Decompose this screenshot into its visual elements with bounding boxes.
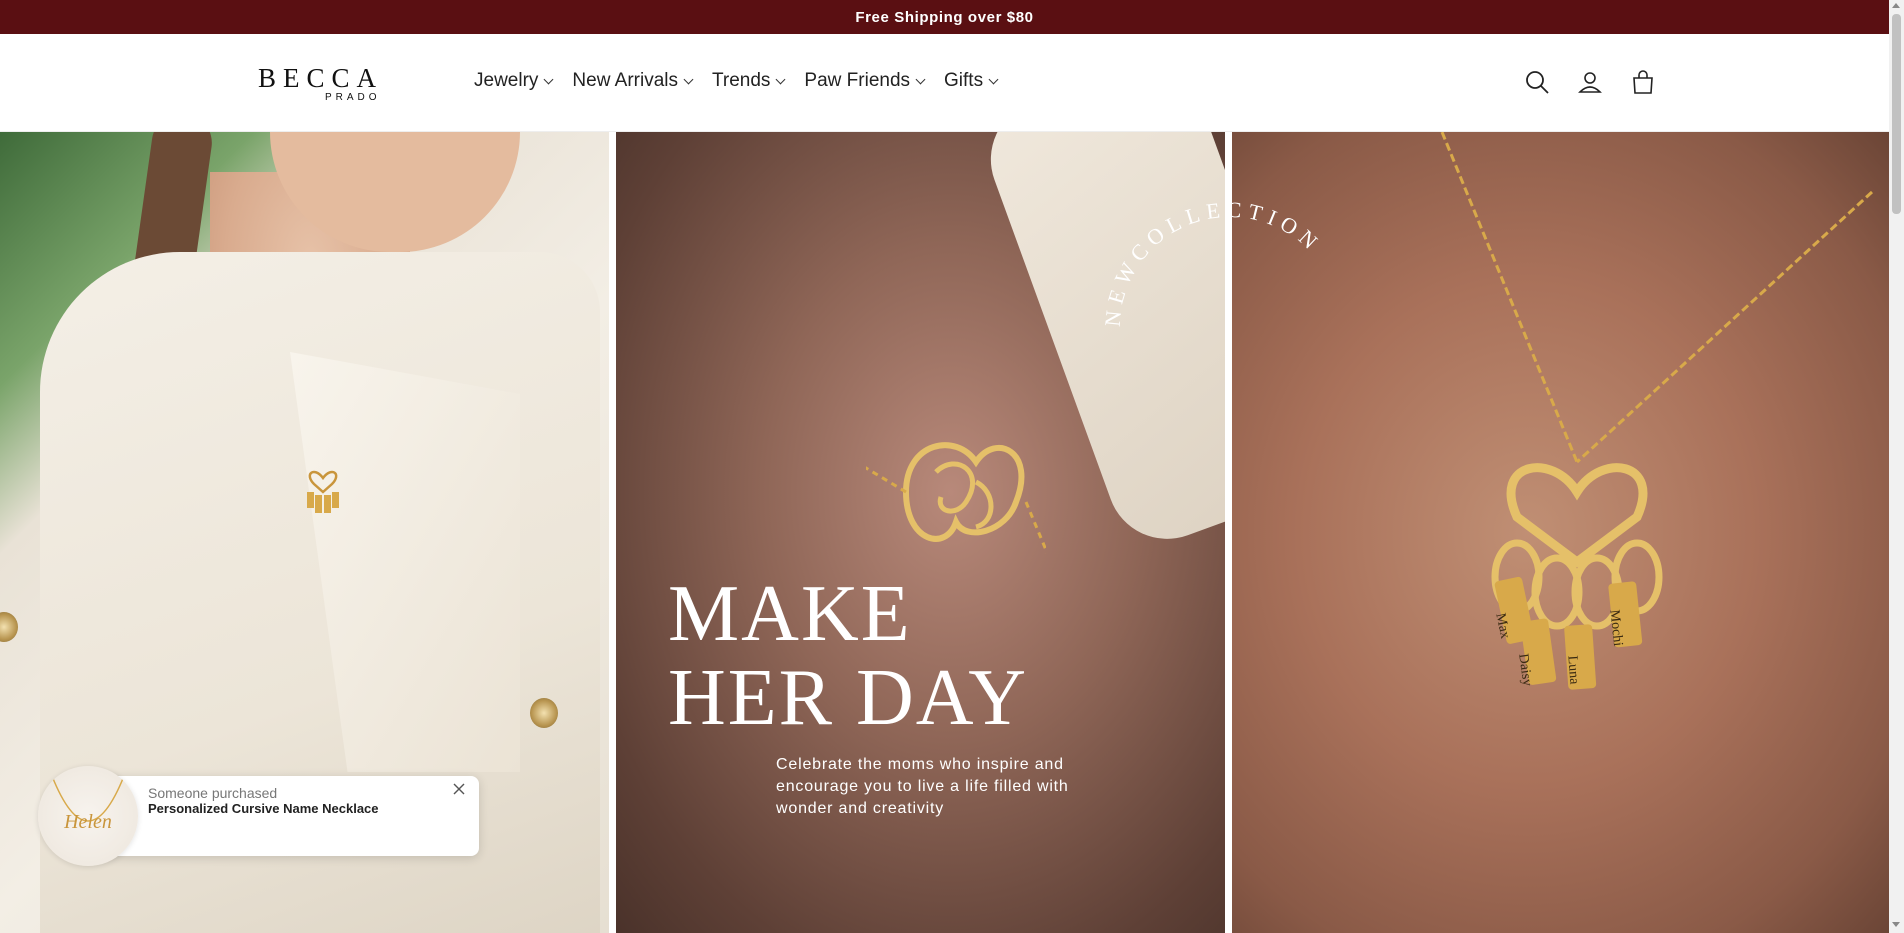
product-thumbnail[interactable]: Helen: [38, 766, 138, 866]
nav-item-gifts[interactable]: Gifts: [944, 70, 999, 92]
svg-text:NEWCOLLECTION: NEWCOLLECTION: [1100, 197, 1327, 328]
necklace-thumbnail-icon: Helen: [51, 775, 125, 833]
account-icon[interactable]: [1577, 69, 1603, 95]
hero-title-line2: HER DAY: [668, 654, 1029, 742]
nav-label: Jewelry: [474, 70, 539, 91]
announcement-bar: Free Shipping over $80: [0, 0, 1889, 34]
nav-label: Paw Friends: [804, 70, 911, 91]
close-icon[interactable]: [452, 782, 466, 796]
header-actions: [1524, 69, 1656, 95]
blazer-button: [0, 612, 18, 642]
main-nav: Jewelry New Arrivals Trends Paw Friends …: [474, 70, 999, 92]
logo-line1: BECCA: [258, 63, 384, 93]
chevron-down-icon: [543, 74, 554, 84]
chevron-down-icon: [775, 74, 786, 84]
monogram-bracelet-icon: [866, 442, 1047, 554]
necklace-pendant-icon: [307, 470, 339, 513]
scroll-down-arrow-icon[interactable]: [1892, 922, 1900, 927]
hero-title-line1: MAKE: [668, 570, 912, 658]
chevron-down-icon: [683, 74, 694, 84]
thumbnail-script-text: Helen: [63, 811, 112, 833]
scrollbar-thumb[interactable]: [1892, 14, 1901, 214]
site-header: BECCA PRADO Jewelry New Arrivals Trends …: [0, 34, 1889, 132]
announcement-text: Free Shipping over $80: [855, 8, 1034, 26]
chevron-down-icon: [988, 74, 999, 84]
page-scrollbar[interactable]: [1889, 0, 1904, 933]
chevron-down-icon: [915, 74, 926, 84]
hero-subtitle: Celebrate the moms who inspire and encou…: [776, 756, 1069, 817]
nav-label: Trends: [711, 70, 771, 91]
popup-card: [78, 776, 479, 856]
scroll-up-arrow-icon[interactable]: [1892, 3, 1900, 8]
popup-product-name[interactable]: Personalized Cursive Name Necklace: [148, 801, 379, 816]
brand-logo[interactable]: BECCA PRADO: [258, 64, 383, 104]
pendant-tag-luna: Luna: [1564, 655, 1582, 685]
nav-item-jewelry[interactable]: Jewelry: [474, 70, 554, 92]
nav-item-trends[interactable]: Trends: [711, 70, 786, 92]
blazer-button: [530, 698, 558, 728]
nav-item-paw-friends[interactable]: Paw Friends: [804, 70, 926, 92]
nav-label: New Arrivals: [572, 70, 678, 91]
new-collection-badge: NEWCOLLECTION: [1100, 197, 1327, 328]
badge-text: NEWCOLLECTION: [1100, 197, 1321, 328]
cart-icon[interactable]: [1630, 69, 1656, 95]
recent-purchase-popup[interactable]: Helen Someone purchased Personalized Cur…: [38, 766, 479, 866]
nav-item-new-arrivals[interactable]: New Arrivals: [572, 70, 694, 92]
popup-label: Someone purchased: [148, 785, 278, 801]
hero-title: MAKE HER DAY: [668, 572, 1028, 740]
logo-line2: PRADO: [325, 92, 381, 103]
nav-label: Gifts: [944, 70, 984, 91]
search-icon[interactable]: [1524, 69, 1550, 95]
